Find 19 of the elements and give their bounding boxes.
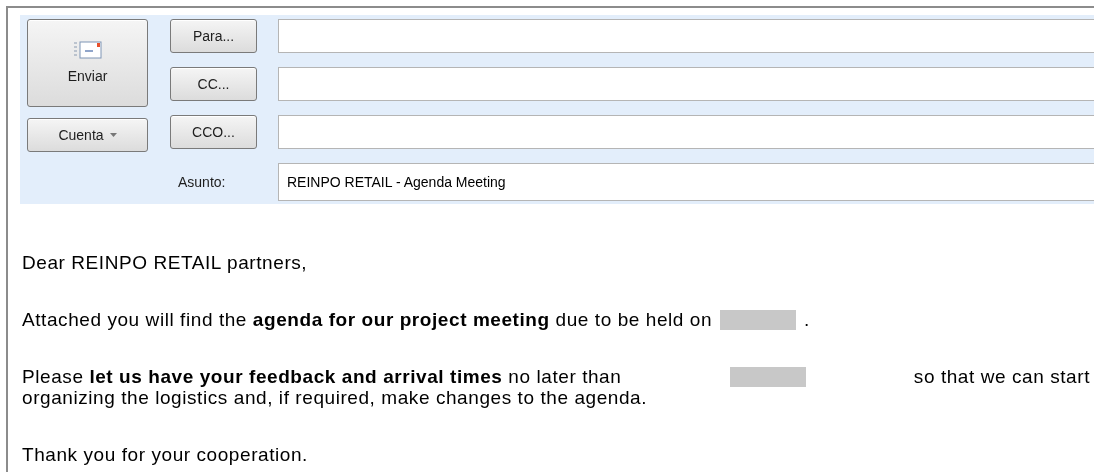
account-button[interactable]: Cuenta: [27, 118, 148, 152]
recipient-field[interactable]: [278, 115, 1094, 149]
recipient-button[interactable]: CC...: [170, 67, 257, 101]
recipient-button[interactable]: Para...: [170, 19, 257, 53]
caret-icon: [109, 133, 117, 137]
body-text: Please let us have your feedback and arrival times no later than: [22, 366, 622, 387]
subject-field[interactable]: REINPO RETAIL - Agenda Meeting: [278, 163, 1094, 201]
body-text: Attached you will find the agenda for our project meeting due to be held on: [22, 309, 713, 330]
envelope-icon: [72, 39, 103, 60]
subject-label: Asunto:: [177, 172, 227, 192]
body-text: Dear REINPO RETAIL partners,: [22, 252, 308, 273]
body-text: .: [804, 309, 810, 330]
recipient-field[interactable]: [278, 67, 1094, 101]
recipient-button[interactable]: CCO...: [170, 115, 257, 149]
body-text: organizing the logistics and, if required, make changes to the agenda.: [22, 387, 648, 408]
send-button[interactable]: Enviar: [27, 19, 148, 107]
recipient-field[interactable]: [278, 19, 1094, 53]
body-text: so that we can start: [913, 366, 1090, 387]
body-text: Thank you for your cooperation.: [22, 444, 308, 465]
